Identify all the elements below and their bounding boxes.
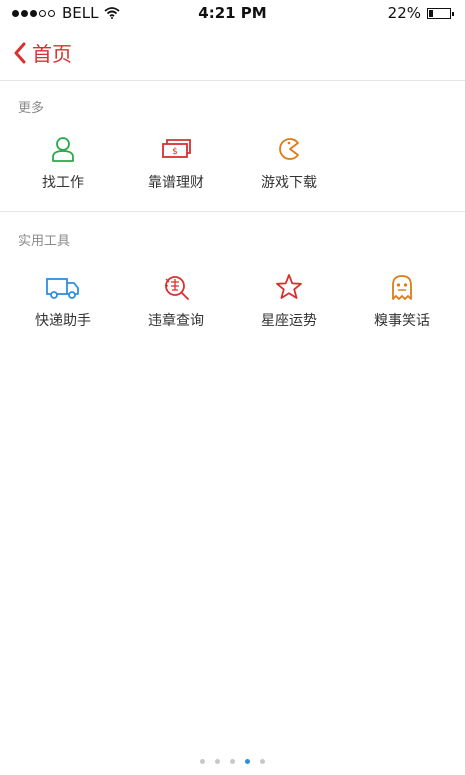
grid-item-label: 糗事笑话 — [374, 313, 430, 329]
page-indicator — [0, 759, 465, 764]
grid-item-violation-query[interactable]: 违章查询 — [118, 273, 234, 330]
page-dot[interactable] — [245, 759, 250, 764]
back-button[interactable]: 首页 — [14, 38, 72, 67]
status-bar: BELL 4:21 PM 22% — [0, 0, 465, 26]
ghost-icon — [392, 275, 412, 300]
star-icon — [276, 274, 302, 299]
page-dot[interactable] — [230, 759, 235, 764]
page-dot[interactable] — [200, 759, 205, 764]
battery-icon — [427, 7, 454, 19]
section-title-tools: 实用工具 — [18, 234, 71, 249]
grid-item-finance[interactable]: $ 靠谱理财 — [118, 135, 234, 192]
truck-icon — [46, 278, 79, 299]
grid-item-game-download[interactable]: 游戏下载 — [231, 135, 347, 192]
svg-text:$: $ — [172, 147, 178, 157]
grid-item-express[interactable]: 快递助手 — [5, 273, 121, 330]
grid-item-find-job[interactable]: 找工作 — [5, 135, 121, 192]
battery-percentage: 22% — [387, 4, 421, 22]
grid-item-label: 游戏下载 — [261, 175, 317, 191]
grid-item-label: 星座运势 — [261, 313, 317, 329]
page-dot[interactable] — [260, 759, 265, 764]
grid-item-horoscope[interactable]: 星座运势 — [231, 273, 347, 330]
section-title-more: 更多 — [18, 101, 45, 116]
navigation-bar: 首页 — [0, 26, 465, 81]
grid-item-label: 找工作 — [42, 175, 84, 191]
grid-item-jokes[interactable]: 糗事笑话 — [344, 273, 460, 330]
back-label: 首页 — [32, 42, 72, 66]
chevron-left-icon — [14, 42, 26, 63]
section-divider — [0, 211, 465, 212]
grid-item-label: 快递助手 — [35, 313, 91, 329]
violation-search-icon — [164, 276, 189, 300]
grid-item-label: 靠谱理财 — [148, 175, 204, 191]
pacman-icon — [279, 138, 299, 160]
page-dot[interactable] — [215, 759, 220, 764]
money-icon: $ — [162, 139, 191, 158]
person-icon — [52, 137, 74, 162]
grid-item-label: 违章查询 — [148, 313, 204, 329]
